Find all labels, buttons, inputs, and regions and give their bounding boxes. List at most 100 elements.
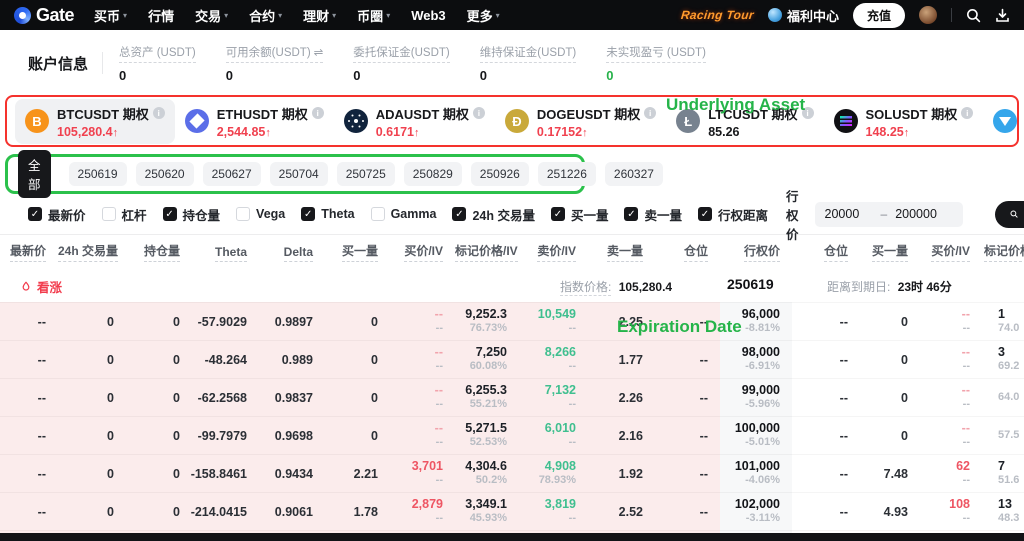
filter-checkbox-9[interactable]: ✓行权距离 bbox=[698, 205, 768, 224]
avatar[interactable] bbox=[919, 6, 937, 24]
nav-item-4[interactable]: 理财▾ bbox=[303, 6, 336, 25]
cell-position-2: -- bbox=[792, 455, 860, 492]
col-header-label: 买价/IV bbox=[931, 242, 970, 262]
welfare-center-link[interactable]: 福利中心 bbox=[768, 6, 839, 25]
nav-item-6[interactable]: Web3 bbox=[411, 8, 445, 23]
cell-vol24h: 0 bbox=[58, 341, 126, 378]
cell-bid-qty: 0 bbox=[325, 417, 390, 454]
filter-checkbox-8[interactable]: ✓卖一量 bbox=[624, 205, 682, 224]
gate-logo[interactable]: Gate bbox=[14, 5, 74, 26]
cell-bid-qty-2: 0 bbox=[860, 379, 920, 416]
expiry-tab-250627[interactable]: 250627 bbox=[203, 162, 261, 186]
asset-card-dogeusdt[interactable]: ÐDOGEUSDT 期权i0.17152↑ bbox=[495, 99, 666, 144]
nav-item-1[interactable]: 行情 bbox=[148, 6, 174, 25]
checkbox-checked-icon: ✓ bbox=[163, 207, 177, 221]
asset-card-tonusdt[interactable]: TONUSDT 期权i2.955↑ bbox=[983, 99, 1024, 144]
expiry-tab-250926[interactable]: 250926 bbox=[471, 162, 529, 186]
filter-checkbox-3[interactable]: Vega bbox=[236, 207, 285, 221]
strike-min-input[interactable] bbox=[825, 207, 873, 221]
col-header-label: 买一量 bbox=[872, 242, 908, 262]
racing-tour-badge[interactable]: Racing Tour bbox=[680, 8, 754, 22]
expiration-tabs: 全部25061925062025062725070425072525082925… bbox=[5, 154, 585, 194]
cell-bid-iv: 3,701-- bbox=[390, 455, 455, 492]
countdown-value: 23时 46分 bbox=[898, 280, 952, 294]
asset-price: 148.25↑ bbox=[866, 125, 974, 139]
filter-checkbox-7[interactable]: ✓买一量 bbox=[551, 205, 609, 224]
expiry-tab-251226[interactable]: 251226 bbox=[538, 162, 596, 186]
asset-card-adausdt[interactable]: ADAUSDT 期权i0.6171↑ bbox=[334, 99, 495, 144]
search-icon[interactable] bbox=[966, 8, 981, 23]
filter-label: 持仓量 bbox=[183, 205, 221, 224]
account-field-value: 0 bbox=[119, 68, 196, 83]
cell-value-bottom: 45.93% bbox=[470, 512, 507, 526]
col-header-label: 仓位 bbox=[824, 242, 848, 262]
col-header-position: 仓位 bbox=[655, 242, 720, 262]
query-button[interactable]: 查询 bbox=[995, 201, 1024, 228]
expiry-tab-250829[interactable]: 250829 bbox=[404, 162, 462, 186]
expiry-tab-250620[interactable]: 250620 bbox=[136, 162, 194, 186]
nav-item-0[interactable]: 买币▾ bbox=[94, 6, 127, 25]
account-info-bar: 账户信息 总资产 (USDT)0可用余额(USDT)⇌0委托保证金(USDT)0… bbox=[0, 30, 1024, 92]
cell-bid-qty: 2.21 bbox=[325, 455, 390, 492]
expiry-tab-260327[interactable]: 260327 bbox=[605, 162, 663, 186]
filter-checkbox-1[interactable]: 杠杆 bbox=[102, 205, 147, 224]
filter-checkbox-6[interactable]: ✓24h 交易量 bbox=[452, 205, 535, 224]
expiry-tab-250619[interactable]: 250619 bbox=[69, 162, 127, 186]
info-icon[interactable]: i bbox=[961, 107, 973, 119]
cell-value-bottom: -8.81% bbox=[745, 322, 780, 336]
checkbox-checked-icon: ✓ bbox=[624, 207, 638, 221]
info-icon[interactable]: i bbox=[644, 107, 656, 119]
filter-checkbox-4[interactable]: ✓Theta bbox=[301, 207, 354, 221]
cell-ask-iv: 8,266-- bbox=[519, 341, 588, 378]
checkbox-unchecked-icon bbox=[102, 207, 116, 221]
strike-max-input[interactable] bbox=[895, 207, 953, 221]
filter-checkbox-0[interactable]: ✓最新价 bbox=[28, 205, 86, 224]
info-icon[interactable]: i bbox=[473, 107, 485, 119]
cell-delta: 0.9061 bbox=[259, 493, 325, 530]
index-price-value: 105,280.4 bbox=[619, 280, 672, 294]
expiry-tab-250704[interactable]: 250704 bbox=[270, 162, 328, 186]
filter-label: 买一量 bbox=[571, 205, 609, 224]
nav-divider bbox=[951, 8, 952, 22]
info-icon[interactable]: i bbox=[312, 107, 324, 119]
checkbox-unchecked-icon bbox=[236, 207, 250, 221]
filter-label: 杠杆 bbox=[122, 205, 147, 224]
filter-label: 行权距离 bbox=[718, 205, 768, 224]
cell-bid-iv: ---- bbox=[390, 379, 455, 416]
cell-value-top: 6,010 bbox=[545, 421, 576, 437]
cell-ask-iv: 4,90878.93% bbox=[519, 455, 588, 492]
nav-item-7[interactable]: 更多▾ bbox=[467, 6, 500, 25]
expiry-tab-all[interactable]: 全部 bbox=[18, 150, 51, 198]
nav-item-5[interactable]: 币圈▾ bbox=[357, 6, 390, 25]
expiry-tab-250725[interactable]: 250725 bbox=[337, 162, 395, 186]
cell-ask-qty: 1.77 bbox=[588, 341, 655, 378]
underlying-asset-strip: BBTCUSDT 期权i105,280.4↑ETHUSDT 期权i2,544.8… bbox=[5, 95, 1019, 147]
nav-item-label: 合约 bbox=[249, 6, 275, 25]
cell-value-bottom: -5.96% bbox=[745, 398, 780, 412]
asset-card-solusdt[interactable]: SOLUSDT 期权i148.25↑ bbox=[824, 99, 984, 144]
asset-card-ethusdt[interactable]: ETHUSDT 期权i2,544.85↑ bbox=[175, 99, 334, 144]
deposit-button[interactable]: 充值 bbox=[853, 3, 905, 28]
cell-delta: 0.9434 bbox=[259, 455, 325, 492]
account-field: 总资产 (USDT)0 bbox=[119, 43, 196, 83]
download-icon[interactable] bbox=[995, 8, 1010, 23]
col-header-position-2: 仓位 bbox=[792, 242, 860, 262]
asset-card-btcusdt[interactable]: BBTCUSDT 期权i105,280.4↑ bbox=[15, 99, 175, 144]
cell-value-top: 8,266 bbox=[545, 345, 576, 361]
cell-open-interest: 0 bbox=[126, 303, 192, 340]
filter-checkbox-2[interactable]: ✓ 持仓量 bbox=[163, 205, 221, 224]
index-price-label: 指数价格: bbox=[560, 280, 611, 296]
nav-item-2[interactable]: 交易▾ bbox=[195, 6, 228, 25]
cell-bid-qty: 0 bbox=[325, 303, 390, 340]
cell-bid-qty-2: 0 bbox=[860, 303, 920, 340]
account-field: 委托保证金(USDT)0 bbox=[353, 43, 449, 83]
nav-item-3[interactable]: 合约▾ bbox=[249, 6, 282, 25]
cell-value-bottom: -- bbox=[569, 322, 576, 336]
cell-bid-qty: 0 bbox=[325, 379, 390, 416]
cell-value-top: 7,132 bbox=[545, 383, 576, 399]
filter-checkbox-5[interactable]: Gamma bbox=[371, 207, 437, 221]
swap-icon: ⇌ bbox=[314, 47, 324, 59]
info-icon[interactable]: i bbox=[153, 107, 165, 119]
filter-checkboxes: ✓最新价杠杆✓持仓量Vega✓ThetaGamma✓24h 交易量✓买一量✓卖一… bbox=[28, 205, 768, 224]
annotation-underlying-asset: Underlying Asset bbox=[666, 95, 805, 115]
